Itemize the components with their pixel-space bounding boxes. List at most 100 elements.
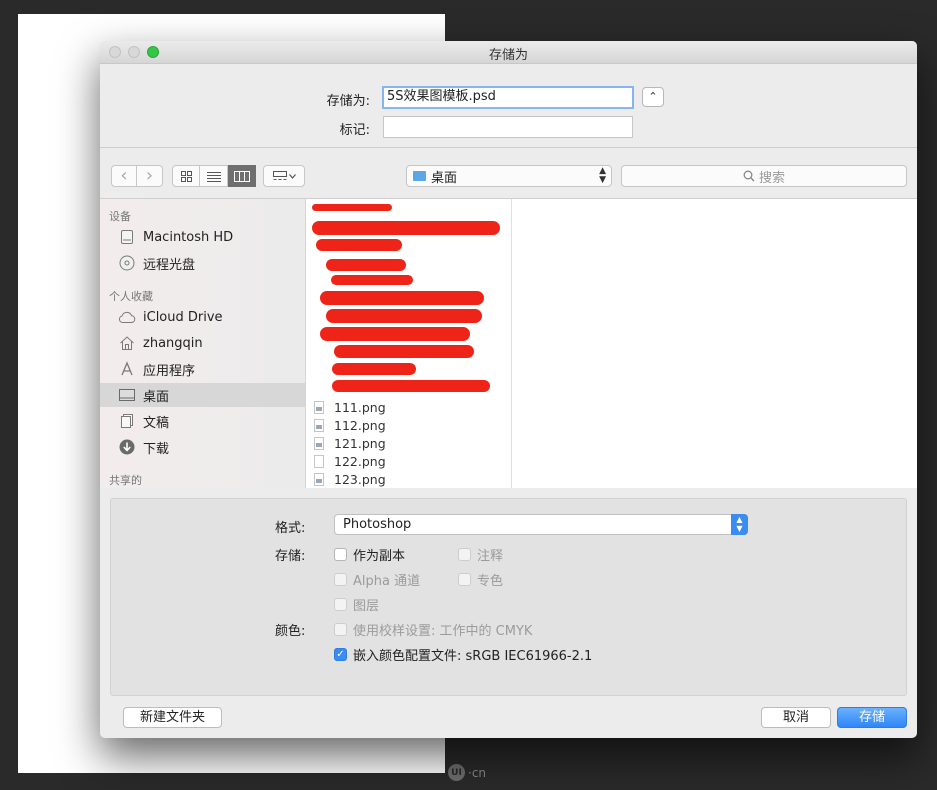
checkbox-label: 图层 [353, 599, 380, 614]
chevron-right-icon: › [145, 165, 154, 186]
tags-input[interactable] [383, 116, 633, 138]
hard-drive-icon [118, 228, 136, 246]
redaction [332, 363, 416, 375]
image-file-icon [314, 454, 324, 468]
sidebar-item-label: zhangqin [143, 335, 203, 351]
sidebar-item-downloads[interactable]: 下载 [100, 435, 306, 459]
layers-checkbox[interactable]: 图层 [334, 595, 379, 614]
view-gallery-menu[interactable] [263, 165, 305, 187]
format-select[interactable]: Photoshop ▲ ▼ [334, 514, 748, 535]
redaction [332, 380, 490, 392]
location-value: 桌面 [431, 170, 458, 186]
new-folder-button[interactable]: 新建文件夹 [123, 707, 222, 728]
sidebar-item-icloud-drive[interactable]: iCloud Drive [100, 305, 306, 329]
watermark: UI ·cn [448, 764, 486, 781]
sidebar-item-home[interactable]: zhangqin [100, 331, 306, 355]
up-down-arrows-icon: ▲ ▼ [731, 514, 748, 535]
sidebar-header-favorites: 个人收藏 [109, 290, 153, 303]
checkbox-label: 使用校样设置: 工作中的 CMYK [353, 624, 533, 639]
cancel-button[interactable]: 取消 [761, 707, 831, 728]
embed-color-profile-checkbox[interactable]: ✓ 嵌入颜色配置文件: sRGB IEC61966-2.1 [334, 645, 592, 664]
applications-icon [118, 360, 136, 378]
download-icon [118, 438, 136, 456]
divider [100, 147, 917, 148]
checkbox-box [458, 548, 471, 561]
notes-checkbox[interactable]: 注释 [458, 545, 503, 564]
disc-icon [118, 254, 136, 272]
format-label: 格式: [275, 521, 306, 536]
sidebar: 设备 Macintosh HD 远程光盘 个人收藏 iCloud Drive z… [100, 199, 306, 488]
view-icons-button[interactable] [172, 165, 200, 187]
file-browser: 设备 Macintosh HD 远程光盘 个人收藏 iCloud Drive z… [100, 198, 917, 488]
redaction [326, 309, 482, 323]
sidebar-header-shared: 共享的 [109, 474, 142, 487]
preview-column [512, 199, 917, 488]
image-file-icon [314, 418, 324, 432]
redaction [320, 291, 484, 305]
checkbox-box [334, 548, 347, 561]
redaction [326, 259, 406, 271]
sidebar-item-label: iCloud Drive [143, 309, 223, 325]
redaction [312, 221, 500, 235]
checkbox-box [458, 573, 471, 586]
home-icon [118, 334, 136, 352]
forward-button[interactable]: › [137, 165, 163, 187]
redaction [334, 345, 474, 358]
checkbox-label: Alpha 通道 [353, 574, 421, 589]
image-file-icon [314, 436, 324, 450]
color-options-label: 颜色: [275, 624, 306, 639]
title-bar[interactable]: 存储为 [100, 41, 917, 64]
file-name: 111.png [334, 399, 386, 415]
redaction [312, 204, 392, 211]
sidebar-item-remote-disc[interactable]: 远程光盘 [100, 251, 306, 275]
sidebar-item-label: 下载 [143, 441, 170, 457]
list-item[interactable]: 121.png [314, 434, 386, 452]
checkbox-box [334, 573, 347, 586]
checkbox-box [334, 598, 347, 611]
dialog-title: 存储为 [488, 48, 528, 63]
list-item[interactable]: 112.png [314, 416, 386, 434]
checkbox-label: 嵌入颜色配置文件: sRGB IEC61966-2.1 [353, 649, 593, 664]
chevron-left-icon: ‹ [120, 165, 128, 186]
spot-colors-checkbox[interactable]: 专色 [458, 570, 503, 589]
list-item[interactable]: 122.png [314, 452, 386, 470]
search-placeholder: 搜索 [758, 170, 785, 186]
as-copy-checkbox[interactable]: 作为副本 [334, 545, 405, 564]
format-options-panel: 格式: Photoshop ▲ ▼ 存储: 作为副本 注释 Alpha 通道 专色… [110, 498, 907, 696]
up-down-arrows-icon: ▲ ▼ [599, 166, 606, 185]
checkbox-label: 专色 [477, 574, 504, 589]
proof-setup-checkbox[interactable]: 使用校样设置: 工作中的 CMYK [334, 620, 532, 639]
icon-view-icon [180, 170, 192, 182]
sidebar-item-desktop[interactable]: 桌面 [100, 383, 306, 407]
alpha-channels-checkbox[interactable]: Alpha 通道 [334, 570, 420, 589]
list-item[interactable]: 123.png [314, 470, 386, 488]
sidebar-item-label: 文稿 [143, 415, 170, 431]
sidebar-item-documents[interactable]: 文稿 [100, 409, 306, 433]
tags-label: 标记: [339, 123, 370, 138]
save-button[interactable]: 存储 [837, 707, 907, 728]
sidebar-item-applications[interactable]: 应用程序 [100, 357, 306, 381]
collapse-button[interactable]: ⌃ [642, 87, 664, 107]
file-name: 121.png [334, 435, 386, 451]
watermark-logo: UI [448, 764, 465, 781]
sidebar-item-label: Macintosh HD [143, 229, 234, 245]
location-select[interactable]: 桌面 ▲ ▼ [406, 165, 612, 187]
checkbox-label: 作为副本 [353, 549, 406, 564]
chevron-down-icon [288, 173, 296, 179]
file-name: 112.png [334, 417, 386, 433]
checkbox-box [334, 623, 347, 636]
search-input[interactable]: 搜索 [621, 165, 907, 187]
image-file-icon [314, 472, 324, 486]
image-file-icon [314, 400, 324, 414]
list-view-icon [206, 171, 221, 182]
view-list-button[interactable] [200, 165, 228, 187]
filename-input[interactable]: 5S效果图模板.psd [382, 86, 634, 109]
file-column: 111.png 112.png 121.png 122.png 123.png [306, 199, 512, 488]
back-button[interactable]: ‹ [111, 165, 137, 187]
list-item[interactable]: 111.png [314, 398, 386, 416]
chevron-up-icon: ⌃ [648, 90, 658, 103]
save-dialog: 存储为 存储为: 5S效果图模板.psd ⌃ 标记: ‹ › 桌面 ▲ ▼ 搜索 … [100, 41, 917, 738]
save-as-label: 存储为: [326, 94, 370, 109]
view-columns-button[interactable] [228, 165, 256, 187]
sidebar-item-macintosh-hd[interactable]: Macintosh HD [100, 225, 306, 249]
